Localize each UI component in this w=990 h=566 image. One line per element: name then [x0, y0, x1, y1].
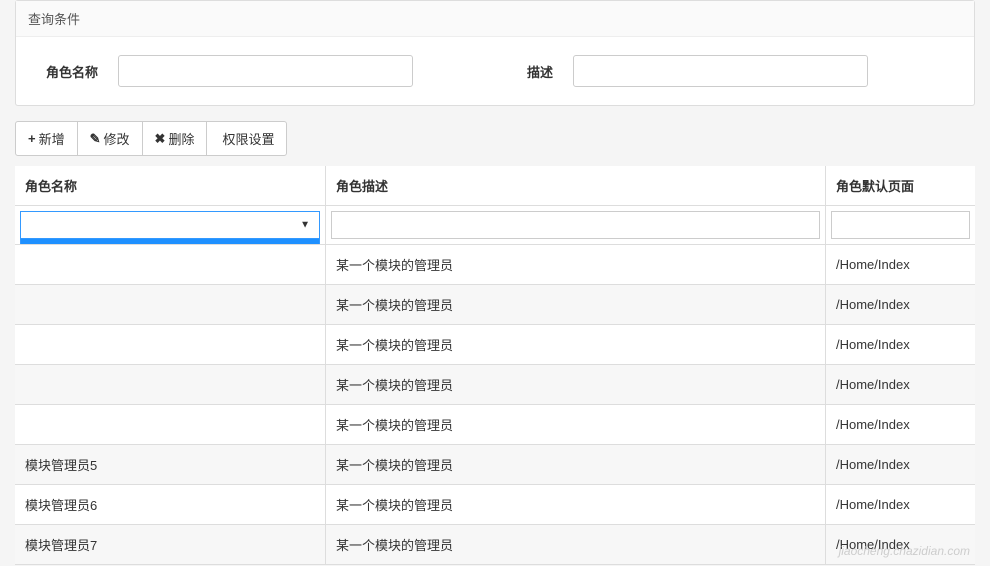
cell-role-desc: 某一个模块的管理员	[325, 485, 825, 525]
table-row[interactable]: 某一个模块的管理员/Home/Index	[15, 325, 975, 365]
table-row[interactable]: 某一个模块的管理员/Home/Index	[15, 365, 975, 405]
cell-default-page: /Home/Index	[825, 445, 975, 485]
header-default-page[interactable]: 角色默认页面	[825, 166, 975, 206]
query-panel-body: 角色名称 描述	[16, 37, 974, 105]
filter-desc-input[interactable]	[331, 211, 820, 239]
add-button-label: 新增	[39, 129, 65, 148]
cell-role-name: 模块管理员6	[15, 485, 325, 525]
filter-name-dropdown[interactable]: ▼ 模块管理员0 模块管理员1 模块管理员2 模块管理员3 模块管理员4 模块管…	[20, 211, 320, 239]
cell-role-name: 模块管理员7	[15, 525, 325, 565]
data-table-container: 角色名称 角色描述 角色默认页面 ▼ 模块管理员0 模块管理员1 模块管理员2	[15, 166, 975, 565]
cell-role-name	[15, 405, 325, 445]
cell-default-page: /Home/Index	[825, 485, 975, 525]
data-table: 角色名称 角色描述 角色默认页面 ▼ 模块管理员0 模块管理员1 模块管理员2	[15, 166, 975, 565]
edit-button[interactable]: ✎ 修改	[77, 121, 143, 156]
add-button[interactable]: + 新增	[15, 121, 78, 156]
cell-role-desc: 某一个模块的管理员	[325, 365, 825, 405]
pencil-icon: ✎	[90, 131, 101, 147]
cell-default-page: /Home/Index	[825, 285, 975, 325]
cell-role-name	[15, 325, 325, 365]
table-filter-row: ▼ 模块管理员0 模块管理员1 模块管理员2 模块管理员3 模块管理员4 模块管…	[15, 206, 975, 245]
cell-role-desc: 某一个模块的管理员	[325, 245, 825, 285]
toolbar: + 新增 ✎ 修改 ✖ 删除 权限设置	[15, 121, 990, 156]
filter-page-input[interactable]	[831, 211, 970, 239]
table-header-row: 角色名称 角色描述 角色默认页面	[15, 166, 975, 206]
header-role-name[interactable]: 角色名称	[15, 166, 325, 206]
desc-input[interactable]	[573, 55, 868, 87]
query-panel-title: 查询条件	[16, 1, 974, 37]
table-row[interactable]: 模块管理员6某一个模块的管理员/Home/Index	[15, 485, 975, 525]
filter-name-dropdown-list: 模块管理员0 模块管理员1 模块管理员2 模块管理员3 模块管理员4 模块管理员…	[20, 239, 320, 245]
table-row[interactable]: 某一个模块的管理员/Home/Index	[15, 285, 975, 325]
cell-role-desc: 某一个模块的管理员	[325, 285, 825, 325]
plus-icon: +	[28, 131, 36, 146]
table-row[interactable]: 某一个模块的管理员/Home/Index	[15, 405, 975, 445]
permission-button-label: 权限设置	[222, 129, 274, 148]
cell-role-name	[15, 365, 325, 405]
cell-default-page: /Home/Index	[825, 325, 975, 365]
query-panel: 查询条件 角色名称 描述	[15, 0, 975, 106]
cell-role-name	[15, 285, 325, 325]
cell-default-page: /Home/Index	[825, 245, 975, 285]
header-role-desc[interactable]: 角色描述	[325, 166, 825, 206]
cell-role-desc: 某一个模块的管理员	[325, 525, 825, 565]
cell-role-desc: 某一个模块的管理员	[325, 445, 825, 485]
table-row[interactable]: 某一个模块的管理员/Home/Index	[15, 245, 975, 285]
times-icon: ✖	[155, 131, 166, 147]
cell-default-page: /Home/Index	[825, 405, 975, 445]
cell-role-desc: 某一个模块的管理员	[325, 405, 825, 445]
dropdown-item-blank[interactable]	[21, 239, 319, 245]
cell-role-name: 模块管理员5	[15, 445, 325, 485]
delete-button-label: 删除	[168, 129, 194, 148]
cell-role-name	[15, 245, 325, 285]
role-name-label: 角色名称	[38, 62, 98, 81]
table-row[interactable]: 模块管理员5某一个模块的管理员/Home/Index	[15, 445, 975, 485]
permission-button[interactable]: 权限设置	[206, 121, 287, 156]
edit-button-label: 修改	[104, 129, 130, 148]
filter-name-select[interactable]	[20, 211, 320, 239]
table-row[interactable]: 模块管理员7某一个模块的管理员/Home/Index	[15, 525, 975, 565]
cell-default-page: /Home/Index	[825, 365, 975, 405]
role-name-input[interactable]	[118, 55, 413, 87]
cell-role-desc: 某一个模块的管理员	[325, 325, 825, 365]
delete-button[interactable]: ✖ 删除	[142, 121, 208, 156]
watermark-text: jiaocheng.chazidian.com	[839, 544, 970, 558]
desc-label: 描述	[513, 62, 553, 81]
